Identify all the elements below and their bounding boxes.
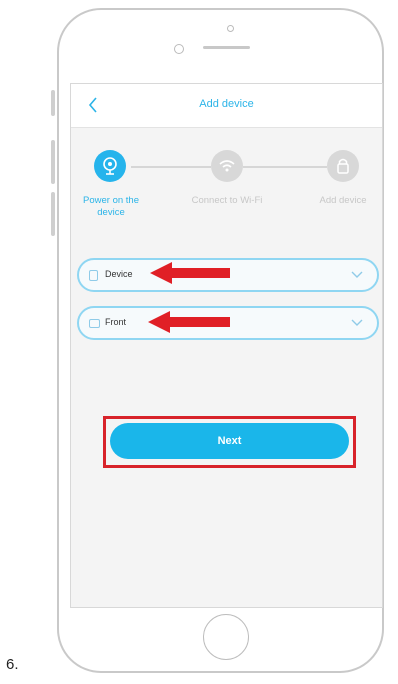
home-button[interactable] — [203, 614, 249, 660]
step-connect-wifi — [211, 150, 243, 182]
phone-volume-down-button — [51, 192, 55, 236]
red-arrow-icon — [150, 262, 230, 284]
step-label-connect-wifi: Connect to Wi-Fi — [191, 195, 263, 206]
step-add-device — [327, 150, 359, 182]
app-header: Add device — [71, 84, 382, 128]
chevron-down-icon — [351, 319, 363, 326]
position-select-value: Front — [105, 317, 127, 327]
lock-icon — [337, 158, 349, 174]
device-select-value: Device — [105, 269, 133, 279]
camera-icon — [103, 157, 117, 175]
instruction-step-number: 6. — [6, 656, 19, 673]
phone-volume-up-button — [51, 140, 55, 184]
red-arrow-icon — [148, 311, 230, 333]
step-label-add-device: Add device — [319, 195, 367, 206]
app-screen: Add device Power on the device Connect t… — [70, 83, 383, 608]
step-power-on — [94, 150, 126, 182]
chevron-down-icon — [351, 271, 363, 278]
step-connector — [131, 166, 211, 168]
next-button[interactable]: Next — [110, 423, 349, 459]
step-connector — [243, 166, 327, 168]
wifi-icon — [219, 160, 235, 172]
monitor-icon — [89, 319, 100, 328]
front-camera — [227, 25, 234, 32]
proximity-sensor — [174, 44, 184, 54]
step-label-power-on: Power on the device — [83, 195, 139, 218]
device-icon — [89, 270, 98, 281]
page-title: Add device — [199, 98, 254, 110]
earpiece-speaker — [203, 46, 250, 49]
phone-mute-switch — [51, 90, 55, 116]
